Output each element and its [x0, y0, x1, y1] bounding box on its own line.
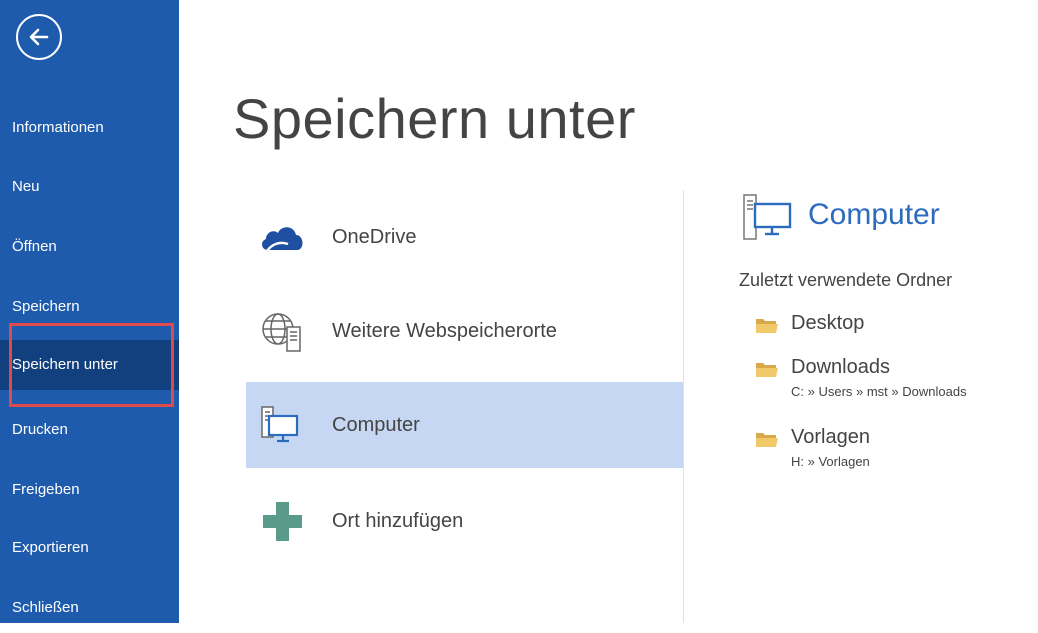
folder-path: H: » Vorlagen: [791, 454, 870, 469]
folder-icon: [756, 433, 778, 447]
place-onedrive[interactable]: OneDrive: [246, 194, 683, 280]
folder-name: Desktop: [791, 312, 865, 334]
place-label: Ort hinzufügen: [332, 510, 464, 532]
pane-title: Computer: [808, 198, 940, 231]
back-button[interactable]: [16, 14, 62, 60]
computer-icon: [261, 406, 299, 443]
back-arrow-icon: [29, 28, 49, 46]
nav-speichern[interactable]: Speichern: [0, 282, 179, 332]
place-computer[interactable]: Computer: [246, 382, 683, 468]
nav-speichern-unter[interactable]: Speichern unter: [0, 340, 179, 390]
folder-path: C: » Users » mst » Downloads: [791, 384, 967, 399]
plus-icon: [263, 502, 302, 541]
recent-folders-heading: Zuletzt verwendete Ordner: [739, 270, 953, 290]
place-web-locations[interactable]: Weitere Webspeicherorte: [246, 288, 683, 374]
computer-icon: [743, 194, 792, 240]
cloud-icon: [262, 227, 303, 252]
folder-icon: [756, 363, 778, 377]
nav-informationen[interactable]: Informationen: [0, 103, 179, 153]
nav-drucken[interactable]: Drucken: [0, 405, 179, 455]
nav-freigeben[interactable]: Freigeben: [0, 465, 179, 515]
place-label: OneDrive: [332, 226, 417, 248]
globe-server-icon: [262, 313, 301, 352]
folder-icon: [756, 319, 778, 333]
nav-exportieren[interactable]: Exportieren: [0, 523, 179, 573]
place-label: Weitere Webspeicherorte: [332, 320, 557, 342]
pane-divider: [683, 190, 684, 623]
nav-schliessen[interactable]: Schließen: [0, 583, 179, 633]
page-title: Speichern unter: [233, 87, 636, 150]
nav-neu[interactable]: Neu: [0, 162, 179, 212]
backstage-sidebar: Informationen Neu Öffnen Speichern Speic…: [0, 0, 179, 623]
folder-name: Downloads: [791, 356, 890, 378]
folder-name: Vorlagen: [791, 426, 870, 448]
nav-oeffnen[interactable]: Öffnen: [0, 222, 179, 272]
place-add[interactable]: Ort hinzufügen: [246, 478, 683, 564]
place-label: Computer: [332, 414, 420, 436]
